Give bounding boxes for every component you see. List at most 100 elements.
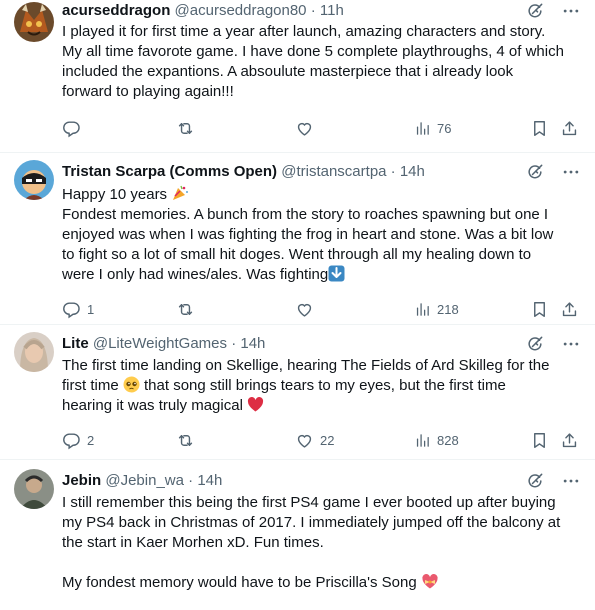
tweet-line: included the expantions. A absoulute mas… <box>62 63 514 80</box>
separator: · <box>306 2 320 19</box>
bookmark-icon <box>530 119 549 138</box>
tweet-line: Fondest memories. A bunch from the story… <box>62 206 549 223</box>
more-options-icon[interactable] <box>561 1 581 21</box>
reply-button[interactable] <box>62 118 87 138</box>
grok-icon[interactable] <box>525 1 545 21</box>
timestamp[interactable]: 14h <box>240 335 265 352</box>
grok-icon[interactable] <box>525 334 545 354</box>
tweet-line: hearing it was truly magical <box>62 396 581 416</box>
timestamp[interactable]: 14h <box>400 163 425 180</box>
reply-icon <box>62 119 81 138</box>
more-options-icon[interactable] <box>561 334 581 354</box>
timestamp[interactable]: 11h <box>320 2 344 19</box>
share-button[interactable] <box>560 299 579 319</box>
tweet-text: Happy 10 years Fondest memories. A bunch… <box>62 184 581 285</box>
view-count: 76 <box>437 120 452 136</box>
views-icon <box>414 120 431 137</box>
display-name[interactable]: acurseddragon <box>62 2 170 19</box>
person-avatar-icon <box>14 469 54 509</box>
tweet[interactable]: acurseddragon @acurseddragon80 · 11h I p… <box>0 0 595 153</box>
view-count: 828 <box>437 432 459 448</box>
tweet-line: Happy 10 years <box>62 184 581 205</box>
reply-icon <box>62 431 81 450</box>
heart-icon <box>295 300 314 319</box>
retweet-button[interactable] <box>176 299 201 319</box>
avatar[interactable] <box>14 469 54 509</box>
display-name[interactable]: Tristan Scarpa (Comms Open) <box>62 163 277 180</box>
display-name[interactable]: Jebin <box>62 472 101 489</box>
like-button[interactable] <box>295 299 320 319</box>
separator: · <box>183 472 198 489</box>
tweet-text: I played it for first time a year after … <box>62 22 581 102</box>
bookmark-button[interactable] <box>530 430 549 450</box>
tweet-line: I played it for first time a year after … <box>62 23 546 40</box>
tweet-line: The first time landing on Skellige, hear… <box>62 357 550 374</box>
retweet-button[interactable] <box>176 430 201 450</box>
tweet-line: My all time favorote game. I have done 5… <box>62 43 564 60</box>
reply-button[interactable]: 1 <box>62 299 94 319</box>
avatar[interactable] <box>14 2 54 42</box>
bookmark-button[interactable] <box>530 118 549 138</box>
share-icon <box>560 431 579 450</box>
handle[interactable]: @acurseddragon80 <box>175 2 307 19</box>
views-icon <box>414 432 431 449</box>
reply-count: 2 <box>87 432 95 448</box>
tweet-line: the start in Kaer Morhen xD. Fun times. <box>62 534 324 551</box>
handle[interactable]: @tristanscartpa <box>281 163 386 180</box>
action-bar: 1 218 <box>62 299 581 319</box>
tweet[interactable]: Jebin @Jebin_wa · 14h I still remember t… <box>0 460 595 610</box>
tweet-line <box>62 553 581 573</box>
share-button[interactable] <box>560 430 579 450</box>
views-button[interactable]: 828 <box>414 430 459 450</box>
tweet-line: enjoyed was when I was fighting the frog… <box>62 226 554 243</box>
views-button[interactable]: 76 <box>414 118 451 138</box>
tweet-line: to fight so a lot of small hit doges. We… <box>62 246 532 263</box>
tweet-line-text: were I only had wines/ales. Was fighting <box>62 266 329 283</box>
tweet[interactable]: Lite @LiteWeightGames · 14h The first ti… <box>0 325 595 460</box>
avatar[interactable] <box>14 332 54 372</box>
dragon-avatar-icon <box>14 2 54 42</box>
share-icon <box>560 300 579 319</box>
tweet-line-text: that song still brings tears to my eyes,… <box>139 377 506 394</box>
bookmark-icon <box>530 431 549 450</box>
view-count: 218 <box>437 301 459 317</box>
heart-with-ribbon-emoji-icon <box>422 574 438 589</box>
grok-icon[interactable] <box>525 162 545 182</box>
views-button[interactable]: 218 <box>414 299 459 319</box>
more-options-icon[interactable] <box>561 162 581 182</box>
masked-character-avatar-icon <box>14 160 54 200</box>
heart-icon <box>295 119 314 138</box>
handle[interactable]: @Jebin_wa <box>105 472 184 489</box>
retweet-button[interactable] <box>176 118 201 138</box>
woman-avatar-icon <box>14 332 54 372</box>
tweet-header: Jebin @Jebin_wa · 14h <box>62 470 581 492</box>
views-icon <box>414 301 431 318</box>
tweet-line: my PS4 back in Christmas of 2017. I imme… <box>62 514 561 531</box>
like-button[interactable]: 22 <box>295 430 334 450</box>
grok-icon[interactable] <box>525 471 545 491</box>
tweet-header: Lite @LiteWeightGames · 14h <box>62 333 581 355</box>
tweet[interactable]: Tristan Scarpa (Comms Open) @tristanscar… <box>0 153 595 325</box>
share-icon <box>560 119 579 138</box>
more-options-icon[interactable] <box>561 471 581 491</box>
bookmark-icon <box>530 300 549 319</box>
action-bar: 76 <box>62 118 581 138</box>
reply-button[interactable]: 2 <box>62 430 94 450</box>
avatar[interactable] <box>14 160 54 200</box>
red-heart-emoji-icon <box>247 397 264 412</box>
timestamp[interactable]: 14h <box>197 472 222 489</box>
tweet-text: I still remember this being the first PS… <box>62 493 581 593</box>
like-button[interactable] <box>295 118 320 138</box>
handle[interactable]: @LiteWeightGames <box>93 335 227 352</box>
share-button[interactable] <box>560 118 579 138</box>
bookmark-button[interactable] <box>530 299 549 319</box>
tweet-text: The first time landing on Skellige, hear… <box>62 356 581 416</box>
party-popper-emoji-icon <box>173 185 189 200</box>
tweet-header: acurseddragon @acurseddragon80 · 11h <box>62 0 581 22</box>
tweet-line-text: My fondest memory would have to be Prisc… <box>62 574 417 591</box>
tweet-line-text: first time <box>62 377 119 394</box>
tweet-line: My fondest memory would have to be Prisc… <box>62 573 581 593</box>
display-name[interactable]: Lite <box>62 335 89 352</box>
separator: · <box>227 335 241 352</box>
pleading-face-emoji-icon <box>123 376 140 393</box>
